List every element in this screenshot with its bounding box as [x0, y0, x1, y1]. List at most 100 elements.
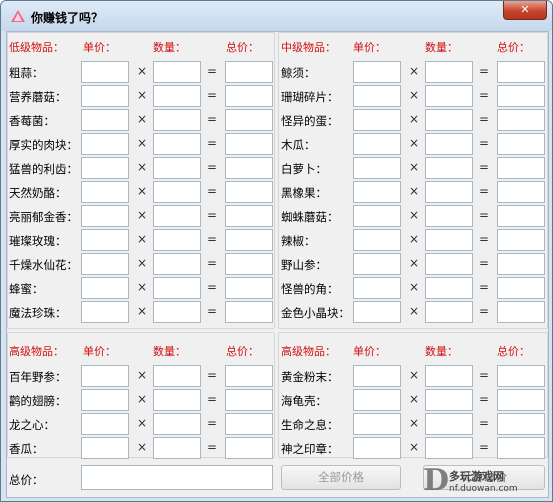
total-price-input[interactable]	[225, 389, 273, 411]
quantity-input[interactable]	[153, 229, 201, 251]
quantity-input[interactable]	[153, 109, 201, 131]
unit-price-input[interactable]	[81, 85, 129, 107]
unit-price-input[interactable]	[353, 133, 401, 155]
total-price-input[interactable]	[225, 365, 273, 387]
unit-price-input[interactable]	[353, 157, 401, 179]
equals-sign: =	[479, 440, 490, 454]
total-price-input[interactable]	[497, 181, 545, 203]
quantity-input[interactable]	[153, 157, 201, 179]
quantity-input[interactable]	[425, 413, 473, 435]
quantity-input[interactable]	[425, 253, 473, 275]
quantity-input[interactable]	[425, 61, 473, 83]
total-price-input[interactable]	[497, 229, 545, 251]
multiply-sign: ×	[137, 160, 148, 174]
unit-price-input[interactable]	[353, 205, 401, 227]
unit-price-input[interactable]	[353, 85, 401, 107]
quantity-input[interactable]	[425, 389, 473, 411]
multiply-sign: ×	[409, 160, 420, 174]
grand-total-field[interactable]	[81, 465, 273, 490]
total-price-input[interactable]	[497, 277, 545, 299]
quantity-input[interactable]	[425, 85, 473, 107]
total-price-input[interactable]	[497, 301, 545, 323]
total-price-input[interactable]	[225, 181, 273, 203]
equals-sign: =	[479, 64, 490, 78]
total-price-input[interactable]	[497, 109, 545, 131]
total-price-input[interactable]	[225, 253, 273, 275]
unit-price-input[interactable]	[81, 229, 129, 251]
total-price-input[interactable]	[225, 157, 273, 179]
quantity-input[interactable]	[425, 109, 473, 131]
total-header: 总价：	[226, 41, 259, 54]
total-price-input[interactable]	[497, 133, 545, 155]
total-price-input[interactable]	[225, 229, 273, 251]
unit-price-input[interactable]	[81, 301, 129, 323]
quantity-input[interactable]	[153, 389, 201, 411]
total-price-input[interactable]	[225, 109, 273, 131]
high-items-header: 高级物品：	[281, 345, 336, 358]
unit-price-input[interactable]	[81, 389, 129, 411]
unit-price-input[interactable]	[81, 157, 129, 179]
unit-price-input[interactable]	[81, 277, 129, 299]
total-price-input[interactable]	[225, 133, 273, 155]
total-price-input[interactable]	[225, 437, 273, 459]
quantity-input[interactable]	[153, 365, 201, 387]
unit-price-input[interactable]	[81, 365, 129, 387]
quantity-input[interactable]	[153, 181, 201, 203]
total-price-input[interactable]	[225, 413, 273, 435]
total-price-input[interactable]	[225, 61, 273, 83]
quantity-input[interactable]	[153, 413, 201, 435]
total-price-input[interactable]	[225, 85, 273, 107]
unit-price-input[interactable]	[81, 61, 129, 83]
total-price-input[interactable]	[225, 301, 273, 323]
quantity-input[interactable]	[425, 365, 473, 387]
unit-price-input[interactable]	[353, 109, 401, 131]
total-price-input[interactable]	[497, 85, 545, 107]
unit-price-input[interactable]	[353, 365, 401, 387]
unit-price-input[interactable]	[353, 229, 401, 251]
total-price-input[interactable]	[497, 413, 545, 435]
unit-price-input[interactable]	[81, 437, 129, 459]
close-button[interactable]: ✕	[503, 1, 547, 20]
unit-price-input[interactable]	[353, 277, 401, 299]
total-price-input[interactable]	[497, 205, 545, 227]
quantity-input[interactable]	[153, 437, 201, 459]
quantity-input[interactable]	[153, 301, 201, 323]
quantity-input[interactable]	[425, 133, 473, 155]
quantity-input[interactable]	[153, 253, 201, 275]
quantity-input[interactable]	[425, 229, 473, 251]
total-price-input[interactable]	[225, 277, 273, 299]
quantity-input[interactable]	[153, 133, 201, 155]
quantity-input[interactable]	[425, 205, 473, 227]
unit-price-input[interactable]	[81, 413, 129, 435]
total-price-input[interactable]	[497, 389, 545, 411]
unit-price-input[interactable]	[81, 181, 129, 203]
quantity-input[interactable]	[153, 85, 201, 107]
item-label: 木瓜：	[281, 138, 316, 152]
total-price-input[interactable]	[497, 61, 545, 83]
unit-price-input[interactable]	[353, 437, 401, 459]
total-price-input[interactable]	[497, 157, 545, 179]
quantity-input[interactable]	[425, 181, 473, 203]
quantity-input[interactable]	[153, 277, 201, 299]
unit-price-input[interactable]	[353, 301, 401, 323]
unit-price-input[interactable]	[81, 205, 129, 227]
quantity-input[interactable]	[425, 437, 473, 459]
quantity-input[interactable]	[425, 301, 473, 323]
quantity-input[interactable]	[425, 157, 473, 179]
all-price-button[interactable]: 全部价格	[281, 465, 401, 490]
quantity-input[interactable]	[425, 277, 473, 299]
quantity-input[interactable]	[153, 61, 201, 83]
unit-price-input[interactable]	[353, 61, 401, 83]
unit-price-input[interactable]	[353, 413, 401, 435]
total-price-input[interactable]	[497, 365, 545, 387]
total-price-input[interactable]	[225, 205, 273, 227]
unit-price-input[interactable]	[353, 389, 401, 411]
total-price-input[interactable]	[497, 437, 545, 459]
unit-price-input[interactable]	[81, 109, 129, 131]
quantity-input[interactable]	[153, 205, 201, 227]
unit-price-input[interactable]	[353, 181, 401, 203]
total-price-input[interactable]	[497, 253, 545, 275]
unit-price-input[interactable]	[81, 133, 129, 155]
unit-price-input[interactable]	[353, 253, 401, 275]
unit-price-input[interactable]	[81, 253, 129, 275]
